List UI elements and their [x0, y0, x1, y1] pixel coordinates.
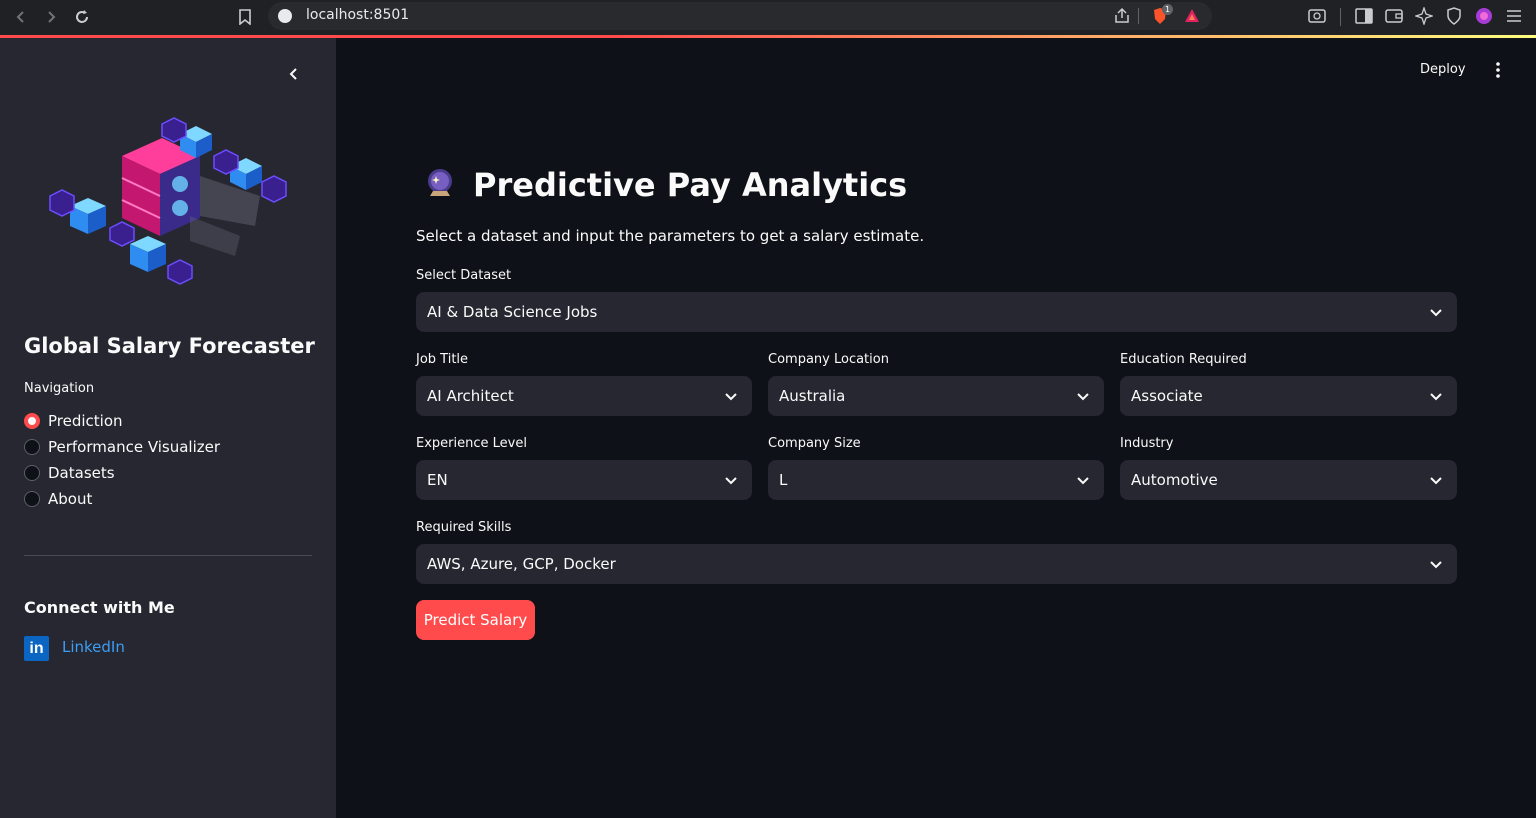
chevron-down-icon	[1430, 309, 1442, 317]
sidebar-toggle-icon[interactable]	[1354, 6, 1374, 26]
radio-unselected-icon	[24, 439, 40, 455]
share-icon[interactable]	[1112, 6, 1132, 26]
connect-title: Connect with Me	[24, 598, 175, 617]
chevron-down-icon	[1430, 477, 1442, 485]
linkedin-icon[interactable]: in	[24, 636, 49, 661]
nav-option-datasets[interactable]: Datasets	[24, 460, 220, 486]
forward-icon[interactable]	[40, 6, 62, 28]
navigation-label: Navigation	[24, 381, 95, 396]
required-skills-value: AWS, Azure, GCP, Docker	[427, 555, 616, 573]
shield-badge: 1	[1162, 4, 1173, 15]
education-value: Associate	[1131, 387, 1203, 405]
dataset-value: AI & Data Science Jobs	[427, 303, 598, 321]
chevron-down-icon	[725, 393, 737, 401]
job-title-select[interactable]: AI Architect	[416, 376, 752, 416]
back-icon[interactable]	[10, 6, 32, 28]
nav-option-label: Datasets	[48, 464, 115, 482]
linkedin-link[interactable]: LinkedIn	[62, 638, 125, 656]
chevron-down-icon	[1077, 393, 1089, 401]
bookmark-icon[interactable]	[234, 6, 256, 28]
industry-label: Industry	[1120, 436, 1174, 451]
education-label: Education Required	[1120, 352, 1247, 367]
nav-option-label: Performance Visualizer	[48, 438, 221, 456]
company-size-value: L	[779, 471, 788, 489]
company-size-select[interactable]: L	[768, 460, 1104, 500]
deploy-button[interactable]: Deploy	[1420, 62, 1466, 77]
industry-select[interactable]: Automotive	[1120, 460, 1457, 500]
sidebar: Global Salary Forecaster Navigation Pred…	[0, 38, 336, 818]
kebab-menu-icon[interactable]	[1490, 62, 1506, 80]
nav-option-performance-visualizer[interactable]: Performance Visualizer	[24, 434, 220, 460]
page-subtitle: Select a dataset and input the parameter…	[416, 227, 925, 245]
sidebar-title: Global Salary Forecaster	[24, 334, 315, 358]
navigation-radio-group: Prediction Performance Visualizer Datase…	[24, 408, 220, 512]
company-location-select[interactable]: Australia	[768, 376, 1104, 416]
profile-avatar-icon[interactable]	[1474, 6, 1494, 26]
required-skills-label: Required Skills	[416, 520, 512, 535]
url-divider	[1138, 8, 1139, 24]
nav-option-about[interactable]: About	[24, 486, 220, 512]
data-cubes-logo	[49, 117, 287, 285]
dataset-select[interactable]: AI & Data Science Jobs	[416, 292, 1457, 332]
collapse-sidebar-icon[interactable]	[284, 64, 304, 84]
experience-level-value: EN	[427, 471, 448, 489]
crystal-ball-icon	[428, 169, 452, 196]
experience-level-select[interactable]: EN	[416, 460, 752, 500]
chevron-down-icon	[725, 477, 737, 485]
reload-icon[interactable]	[71, 6, 93, 28]
company-size-label: Company Size	[768, 436, 861, 451]
company-location-value: Australia	[779, 387, 846, 405]
rewards-icon[interactable]	[1182, 6, 1202, 26]
job-title-label: Job Title	[416, 352, 469, 367]
vpn-shield-icon[interactable]	[1444, 6, 1464, 26]
leo-ai-icon[interactable]	[1414, 6, 1434, 26]
brave-shield-icon[interactable]: 1	[1150, 4, 1173, 26]
dataset-label: Select Dataset	[416, 268, 512, 283]
radio-unselected-icon	[24, 465, 40, 481]
screenshot-icon[interactable]	[1307, 6, 1327, 26]
wallet-icon[interactable]	[1384, 6, 1404, 26]
radio-unselected-icon	[24, 491, 40, 507]
nav-option-label: Prediction	[48, 412, 123, 430]
sidebar-divider	[24, 555, 312, 556]
page-title: Predictive Pay Analytics	[473, 166, 908, 204]
chevron-down-icon	[1430, 393, 1442, 401]
url-text: localhost:8501	[306, 7, 410, 23]
predict-salary-button[interactable]: Predict Salary	[416, 600, 535, 640]
nav-option-prediction[interactable]: Prediction	[24, 408, 220, 434]
address-bar[interactable]: localhost:8501 1	[268, 2, 1212, 30]
nav-option-label: About	[48, 490, 93, 508]
required-skills-multiselect[interactable]: AWS, Azure, GCP, Docker	[416, 544, 1457, 584]
education-select[interactable]: Associate	[1120, 376, 1457, 416]
company-location-label: Company Location	[768, 352, 889, 367]
chevron-down-icon	[1077, 477, 1089, 485]
menu-icon[interactable]	[1504, 6, 1524, 26]
site-info-icon[interactable]	[278, 9, 292, 23]
toolbar-divider	[1340, 8, 1341, 26]
job-title-value: AI Architect	[427, 387, 514, 405]
radio-selected-icon	[24, 413, 40, 429]
chevron-down-icon	[1430, 561, 1442, 569]
browser-toolbar: localhost:8501 1	[0, 0, 1536, 35]
experience-level-label: Experience Level	[416, 436, 527, 451]
industry-value: Automotive	[1131, 471, 1218, 489]
